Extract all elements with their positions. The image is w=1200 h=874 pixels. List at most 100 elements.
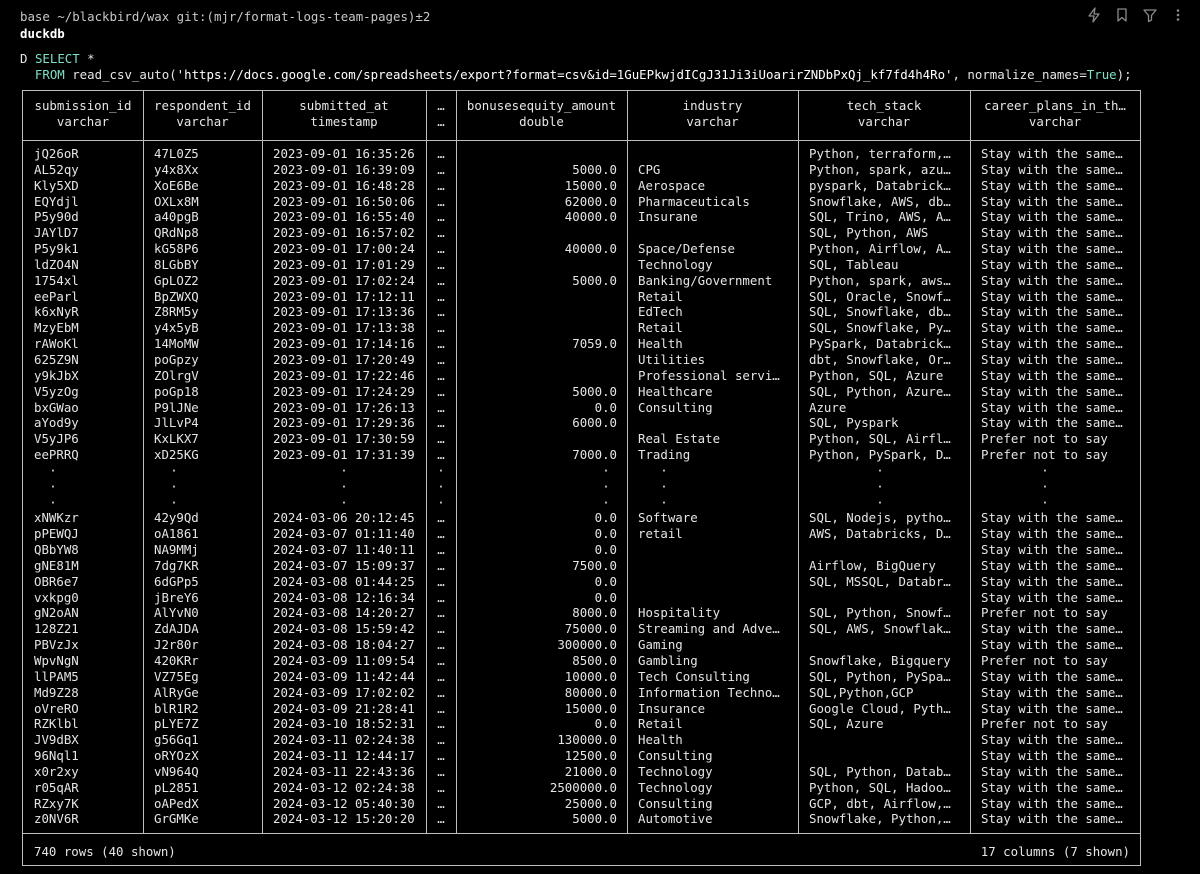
table-row[interactable]: OBR6e7 6dGPp5 2024-03-08 01:44:25 … 0.0 SQL, … — [23, 574, 1140, 590]
table-cell: SQL, Snowflake, Py… — [809, 320, 951, 336]
table-cell: SQL, Python, PySpa… — [809, 668, 951, 684]
table-row[interactable]: gN2oAN AlYvN0 2024-03-08 14:20:27 … 8000.0 Ho… — [23, 605, 1140, 621]
table-cell: BpZWXQ — [154, 288, 199, 304]
table-cell: Snowflake, Bigquery — [809, 653, 951, 668]
column-header[interactable]: tech_stack varchar — [798, 98, 970, 130]
table-cell: CPG — [638, 161, 661, 177]
table-cell: GCP, dbt, Airflow,… — [809, 795, 951, 811]
table-row[interactable]: oVreRO blR1R2 2024-03-09 21:28:41 … 15000.0 I… — [23, 701, 1140, 717]
column-divider — [970, 91, 971, 833]
table-cell: Real Estate — [638, 431, 721, 447]
table-cell: pPEWQJ — [34, 526, 79, 542]
table-cell: · — [340, 494, 348, 510]
table-cell: 0.0 — [594, 716, 617, 732]
table-row[interactable]: Md9Z28 AlRyGe 2024-03-09 17:02:02 … 80000.0 I… — [23, 685, 1140, 701]
table-cell: jBreY6 — [154, 589, 199, 605]
column-header[interactable]: respondent_id varchar — [143, 98, 262, 130]
table-row[interactable]: JAYlD7 QRdNp8 2023-09-01 16:57:02 … SQL, Pyt… — [23, 225, 1140, 241]
table-row[interactable]: rAWoKl 14MoMW 2023-09-01 17:14:16 … 7059.0 He… — [23, 336, 1140, 352]
table-cell: MzyEbM — [34, 320, 79, 336]
table-row[interactable]: V5yJP6 KxLKX7 2023-09-01 17:30:59 … Real Est… — [23, 431, 1140, 447]
table-cell: Aerospace — [638, 177, 706, 193]
table-cell: EQYdjl — [34, 193, 79, 209]
table-row[interactable]: 96Nql1 oRYOzX 2024-03-11 12:44:17 … 12500.0 C… — [23, 748, 1140, 764]
table-cell: 8500.0 — [572, 653, 617, 668]
table-cell: V5yzOg — [34, 383, 79, 399]
table-cell: Stay with the same… — [981, 241, 1123, 257]
table-cell: SQL, Snowflake, db… — [809, 304, 951, 320]
ellipsis-row[interactable]: · · · · · · · · — [23, 463, 1140, 479]
table-row[interactable]: WpvNgN 420KRr 2024-03-09 11:09:54 … 8500.0 Ga… — [23, 653, 1140, 669]
filter-icon[interactable] — [1142, 7, 1158, 23]
table-row[interactable]: bxGWao P9lJNe 2023-09-01 17:26:13 … 0.0 Consu… — [23, 400, 1140, 416]
table-row[interactable]: r05qAR pL2851 2024-03-12 02:24:38 … 2500000.… — [23, 780, 1140, 796]
table-cell: Python, spark, aws… — [809, 272, 951, 288]
table-row[interactable]: 1754xl GpLOZ2 2023-09-01 17:02:24 … 5000.0 Ba… — [23, 273, 1140, 289]
column-header[interactable]: …… — [426, 98, 456, 130]
table-row[interactable]: 128Z21 ZdAJDA 2024-03-08 15:59:42 … 75000.0 S… — [23, 621, 1140, 637]
ellipsis-row[interactable]: · · · · · · · · — [23, 495, 1140, 511]
table-row[interactable]: MzyEbM y4x5yB 2023-09-01 17:13:38 … Retail SQ… — [23, 320, 1140, 336]
table-cell: Stay with the same… — [981, 304, 1123, 320]
table-row[interactable]: x0r2xy vN964Q 2024-03-11 22:43:36 … 21000.0 T… — [23, 764, 1140, 780]
column-header[interactable]: industry varchar — [627, 98, 798, 130]
table-row[interactable]: k6xNyR Z8RM5y 2023-09-01 17:13:36 … EdTech SQ… — [23, 304, 1140, 320]
table-cell: P5y90d — [34, 209, 79, 225]
table-cell: SQL, Nodejs, pytho… — [809, 510, 951, 526]
table-row[interactable]: EQYdjl OXLx8M 2023-09-01 16:50:06 … 62000.0 P… — [23, 194, 1140, 210]
more-icon[interactable] — [1170, 7, 1186, 23]
column-name: bonusesequity_amount — [466, 98, 617, 113]
column-type: … — [437, 114, 445, 129]
table-row[interactable]: RZxy7K oAPedX 2024-03-12 05:40:30 … 25000.0 C… — [23, 796, 1140, 812]
table-row[interactable]: AL52qy y4x8Xx 2023-09-01 16:39:09 … 5000.0 CP… — [23, 162, 1140, 178]
column-type: varchar — [176, 114, 229, 129]
table-row[interactable]: gNE81M 7dg7KR 2024-03-07 15:09:37 … 7500.0 Ai… — [23, 558, 1140, 574]
table-cell: gNE81M — [34, 557, 79, 573]
table-row[interactable]: eeParl BpZWXQ 2023-09-01 17:12:11 … Retail SQ… — [23, 289, 1140, 305]
table-cell: 2023-09-01 17:14:16 — [273, 336, 415, 352]
column-header[interactable]: submission_id varchar — [23, 98, 143, 130]
table-cell: 15000.0 — [564, 177, 617, 193]
table-cell: 25000.0 — [564, 795, 617, 811]
table-row[interactable]: y9kJbX ZOlrgV 2023-09-01 17:22:46 … Professi… — [23, 368, 1140, 384]
table-row[interactable]: QBbYW8 NA9MMj 2024-03-07 11:40:11 … 0.0 Stay … — [23, 542, 1140, 558]
column-header[interactable]: submitted_at timestamp — [262, 98, 426, 130]
table-row[interactable]: PBVzJx J2r80r 2024-03-08 18:04:27 … 300000.0… — [23, 637, 1140, 653]
table-row[interactable]: pPEWQJ oA1861 2024-03-07 01:11:40 … 0.0 retai… — [23, 526, 1140, 542]
table-row[interactable]: ldZO4N 8LGbBY 2023-09-01 17:01:29 … Technolo… — [23, 257, 1140, 273]
table-cell: 42y9Qd — [154, 510, 199, 526]
table-row[interactable]: P5y90d a40pgB 2023-09-01 16:55:40 … 40000.0 I… — [23, 209, 1140, 225]
table-cell: Insurane — [638, 209, 698, 225]
table-row[interactable]: RZKlbl pLYE7Z 2024-03-10 18:52:31 … 0.0 Retai… — [23, 716, 1140, 732]
table-cell: 2023-09-01 17:00:24 — [273, 241, 415, 257]
table-row[interactable]: 625Z9N poGpzy 2023-09-01 17:20:49 … Utilitie… — [23, 352, 1140, 368]
table-row[interactable]: llPAM5 VZ75Eg 2024-03-09 11:42:44 … 10000.0 T… — [23, 669, 1140, 685]
from-keyword: FROM — [34, 67, 65, 82]
table-row[interactable]: vxkpg0 jBreY6 2024-03-08 12:16:34 … 0.0 Stay … — [23, 590, 1140, 606]
table-row[interactable]: aYod9y JlLvP4 2023-09-01 17:29:36 … 6000.0 SQ… — [23, 415, 1140, 431]
table-cell: dbt, Snowflake, Or… — [809, 351, 951, 367]
ellipsis-row[interactable]: · · · · · · · · — [23, 479, 1140, 495]
table-row[interactable]: V5yzOg poGp18 2023-09-01 17:24:29 … 5000.0 He… — [23, 384, 1140, 400]
row-count: 740 rows (40 shown) — [34, 844, 176, 859]
column-header[interactable]: bonusesequity_amount double — [456, 98, 627, 130]
table-row[interactable]: Kly5XD XoE6Be 2023-09-01 16:48:28 … 15000.0 A… — [23, 178, 1140, 194]
table-row[interactable]: jQ26oR 47L0Z5 2023-09-01 16:35:26 … Python, … — [23, 146, 1140, 162]
column-header[interactable]: career_plans_in_th… varchar — [970, 98, 1140, 130]
bolt-icon[interactable] — [1086, 7, 1102, 23]
table-row[interactable]: xNWKzr 42y9Qd 2024-03-06 20:12:45 … 0.0 Softw… — [23, 510, 1140, 526]
table-cell: Technology — [638, 779, 713, 795]
table-cell: AWS, Databricks, D… — [809, 526, 951, 542]
table-row[interactable]: z0NV6R GrGMKe 2024-03-12 15:20:20 … 5000.0 Au… — [23, 811, 1140, 827]
table-cell: JV9dBX — [34, 732, 79, 748]
table-cell: P5y9k1 — [34, 241, 79, 257]
bookmark-icon[interactable] — [1114, 7, 1130, 23]
table-row[interactable]: eePRRQ xD25KG 2023-09-01 17:31:39 … 7000.0 Tr… — [23, 447, 1140, 463]
table-row[interactable]: JV9dBX g56Gq1 2024-03-11 02:24:38 … 130000.0… — [23, 732, 1140, 748]
table-cell: Prefer not to say — [981, 605, 1108, 621]
table-row[interactable]: P5y9k1 kG58P6 2023-09-01 17:00:24 … 40000.0 S… — [23, 241, 1140, 257]
table-cell: Snowflake, AWS, db… — [809, 193, 951, 209]
table-cell: … — [437, 193, 445, 209]
table-cell: 5000.0 — [572, 161, 617, 177]
table-cell: jQ26oR — [34, 146, 79, 161]
